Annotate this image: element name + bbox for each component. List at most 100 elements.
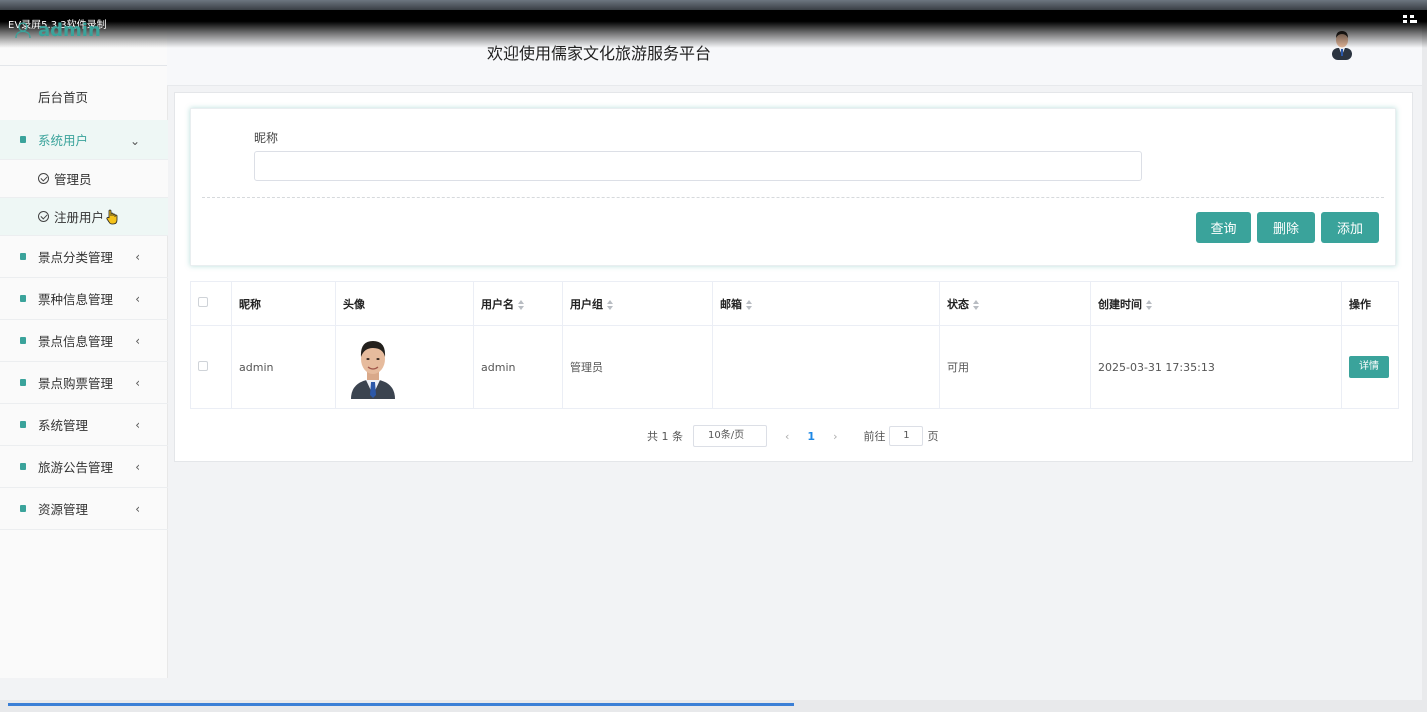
sort-icon[interactable]	[607, 299, 613, 310]
sidebar-item-label: 系统管理	[38, 418, 89, 433]
select-all-checkbox[interactable]	[198, 297, 208, 307]
user-icon	[15, 22, 31, 39]
prev-page-icon[interactable]: ‹	[785, 430, 789, 443]
sidebar-item-system-users[interactable]: 系统用户 ⌄	[0, 120, 168, 160]
col-nickname: 昵称	[231, 281, 336, 326]
recorder-overlay	[0, 10, 1427, 48]
chevron-left-icon: ‹	[135, 502, 140, 516]
sidebar-item-label: 旅游公告管理	[38, 460, 114, 475]
next-page-icon[interactable]: ›	[833, 430, 837, 443]
menu-bullet-icon	[20, 463, 26, 470]
progress-bar	[8, 703, 794, 706]
sidebar-item-system-manage[interactable]: 系统管理 ‹	[0, 404, 168, 446]
chevron-left-icon: ‹	[135, 292, 140, 306]
grid-icon[interactable]	[1403, 15, 1417, 25]
browser-strip	[0, 0, 1427, 10]
table-header-row: 昵称 头像 用户名 用户组 邮箱 状态 创建时间 操作	[190, 281, 1399, 326]
col-status[interactable]: 状态	[939, 281, 1091, 326]
chevron-left-icon: ‹	[135, 250, 140, 264]
brand-name: admin	[38, 19, 101, 41]
query-button[interactable]: 查询	[1196, 212, 1251, 243]
hand-cursor-icon	[106, 209, 118, 224]
menu-bullet-icon	[20, 136, 26, 143]
sidebar-item-home[interactable]: 后台首页	[0, 72, 168, 120]
cell-created: 2025-03-31 17:35:13	[1090, 325, 1342, 409]
main-panel: 昵称 查询 删除 添加 昵称 头像 用户名 用户组 邮箱 状态 创建时间 操作 …	[174, 92, 1413, 462]
sidebar-item-spot-info[interactable]: 景点信息管理 ‹	[0, 320, 168, 362]
cell-username: admin	[473, 325, 563, 409]
sidebar-item-ticket-purchase[interactable]: 景点购票管理 ‹	[0, 362, 168, 404]
cell-status: 可用	[939, 325, 1091, 409]
sidebar: 后台首页 系统用户 ⌄ 管理员 注册用户 景点分类管理 ‹ 票种信息管理 ‹ 景…	[0, 10, 168, 678]
col-actions: 操作	[1341, 281, 1399, 326]
select-all-cell[interactable]	[190, 281, 232, 326]
col-avatar: 头像	[335, 281, 474, 326]
detail-button[interactable]: 详情	[1349, 356, 1389, 378]
vertical-scrollbar[interactable]	[1422, 10, 1427, 700]
page-number[interactable]: 1	[807, 430, 815, 443]
page-suffix: 页	[927, 430, 939, 443]
sort-icon[interactable]	[518, 299, 524, 310]
sidebar-item-label: 系统用户	[38, 133, 89, 148]
search-form: 昵称 查询 删除 添加	[190, 108, 1396, 266]
col-email[interactable]: 邮箱	[712, 281, 940, 326]
cell-nickname: admin	[231, 325, 336, 409]
menu-bullet-icon	[20, 253, 26, 260]
sort-icon[interactable]	[973, 299, 979, 310]
cell-avatar	[335, 325, 474, 409]
user-avatar-image	[351, 341, 395, 399]
cell-actions: 详情	[1341, 325, 1399, 409]
sort-icon[interactable]	[746, 299, 752, 310]
check-circle-icon	[38, 211, 49, 222]
sidebar-item-spot-category[interactable]: 景点分类管理 ‹	[0, 236, 168, 278]
chevron-left-icon: ‹	[135, 376, 140, 390]
goto-label: 前往	[863, 430, 886, 443]
row-checkbox[interactable]	[198, 360, 208, 371]
add-button[interactable]: 添加	[1321, 212, 1379, 243]
divider	[202, 197, 1384, 198]
menu-bullet-icon	[20, 379, 26, 386]
sort-icon[interactable]	[1146, 299, 1152, 310]
horizontal-scrollbar[interactable]	[0, 700, 1427, 712]
sidebar-item-ticket-type[interactable]: 票种信息管理 ‹	[0, 278, 168, 320]
nickname-input[interactable]	[254, 151, 1142, 181]
sidebar-item-label: 景点信息管理	[38, 334, 114, 349]
cell-group: 管理员	[562, 325, 713, 409]
col-username[interactable]: 用户名	[473, 281, 563, 326]
col-group[interactable]: 用户组	[562, 281, 713, 326]
menu-bullet-icon	[20, 421, 26, 428]
chevron-left-icon: ‹	[135, 460, 140, 474]
menu-bullet-icon	[20, 505, 26, 512]
row-select-cell[interactable]	[190, 325, 232, 409]
chevron-left-icon: ‹	[135, 418, 140, 432]
check-circle-icon	[38, 173, 49, 184]
sidebar-subitem-label: 管理员	[54, 172, 92, 187]
nickname-label: 昵称	[254, 131, 279, 145]
sidebar-item-resource[interactable]: 资源管理 ‹	[0, 488, 168, 530]
delete-button[interactable]: 删除	[1257, 212, 1315, 243]
sidebar-item-label: 景点分类管理	[38, 250, 114, 265]
users-table: 昵称 头像 用户名 用户组 邮箱 状态 创建时间 操作 admin admin …	[190, 281, 1399, 409]
sidebar-item-label: 后台首页	[38, 89, 89, 105]
sidebar-menu: 后台首页 系统用户 ⌄ 管理员 注册用户 景点分类管理 ‹ 票种信息管理 ‹ 景…	[0, 72, 168, 530]
chevron-down-icon: ⌄	[129, 134, 140, 148]
goto-page-input[interactable]: 1	[889, 426, 924, 446]
sidebar-subitem-label: 注册用户	[54, 210, 105, 225]
menu-bullet-icon	[20, 295, 26, 302]
pagination: 共 1 条 10条/页 ‹ 1 › 前往 1 页	[647, 425, 938, 447]
sidebar-item-label: 资源管理	[38, 502, 89, 517]
sidebar-item-label: 景点购票管理	[38, 376, 114, 391]
cell-email	[712, 325, 940, 409]
total-count: 共 1 条	[647, 430, 683, 443]
menu-bullet-icon	[20, 337, 26, 344]
page-size-select[interactable]: 10条/页	[693, 425, 767, 447]
sidebar-item-label: 票种信息管理	[38, 292, 114, 307]
brand: admin	[14, 18, 101, 42]
table-row: admin admin 管理员 可用 2025-03-31 17:35:13 详…	[190, 325, 1399, 409]
sidebar-subitem-admins[interactable]: 管理员	[0, 160, 168, 198]
brand-divider	[0, 65, 168, 66]
sidebar-item-announcement[interactable]: 旅游公告管理 ‹	[0, 446, 168, 488]
col-created[interactable]: 创建时间	[1090, 281, 1342, 326]
chevron-left-icon: ‹	[135, 334, 140, 348]
sidebar-subitem-registered-users[interactable]: 注册用户	[0, 198, 168, 236]
